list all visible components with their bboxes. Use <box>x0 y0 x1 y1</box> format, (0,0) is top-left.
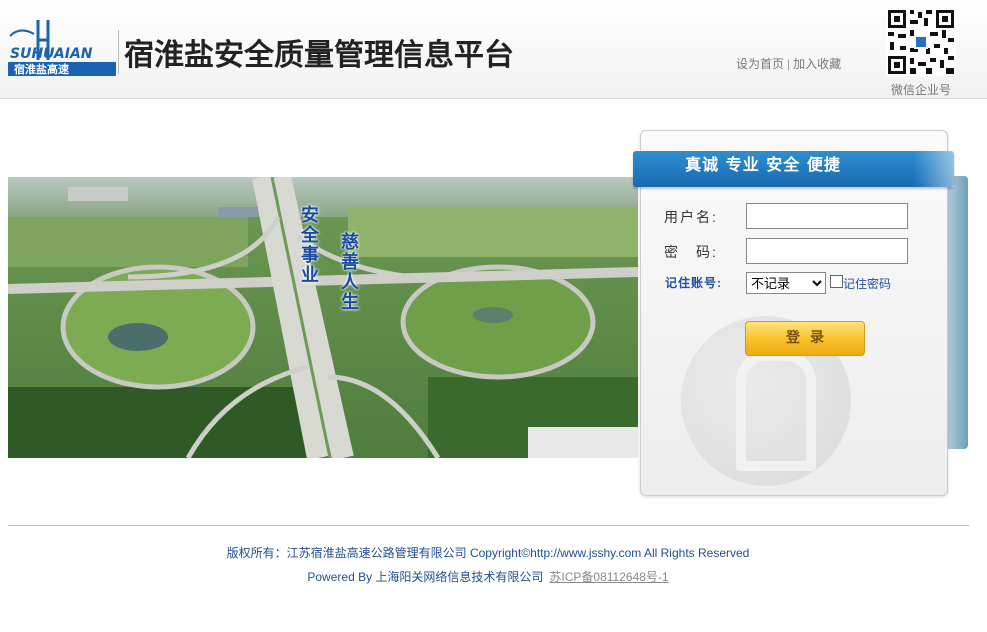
company-logo: SUHUAIAN 宿淮盐高速 <box>8 20 116 76</box>
login-slogan: 真诚 专业 安全 便捷 <box>685 155 841 174</box>
banner-image: 安全事业 慈善人生 <box>8 177 638 458</box>
logo-divider <box>118 30 119 74</box>
remember-password-label[interactable]: 记住密码 <box>843 275 891 292</box>
set-homepage-link[interactable]: 设为首页 <box>736 57 784 71</box>
qr-caption: 微信企业号 <box>891 83 952 97</box>
footer-divider <box>8 525 969 526</box>
footer-copyright: 版权所有：江苏宿淮盐高速公路管理有限公司 Copyright©http://ww… <box>226 546 750 560</box>
login-button[interactable]: 登录 <box>745 321 865 356</box>
password-label: 密 码: <box>664 244 718 260</box>
remember-account-select[interactable]: 不记录 <box>746 272 826 294</box>
username-label: 用户名: <box>664 209 718 225</box>
header-links: 设为首页 | 加入收藏 <box>736 55 841 72</box>
logo-subtext: 宿淮盐高速 <box>14 62 69 76</box>
banner-slogan-charity: 慈善人生 <box>338 232 359 312</box>
add-favorite-link[interactable]: 加入收藏 <box>793 57 841 71</box>
logo-wordmark: SUHUAIAN <box>10 46 93 62</box>
link-separator: | <box>787 57 791 71</box>
login-ribbon: 真诚 专业 安全 便捷 <box>633 151 954 187</box>
remember-password-checkbox[interactable] <box>830 275 843 288</box>
page-header: SUHUAIAN 宿淮盐高速 宿淮盐安全质量管理信息平台 设为首页 | 加入收藏 微… <box>0 0 987 99</box>
icp-license-link[interactable]: 苏ICP备08112648号-1 <box>549 570 668 584</box>
username-input[interactable] <box>746 203 908 229</box>
highway-aerial-illustration <box>8 177 638 458</box>
site-title: 宿淮盐安全质量管理信息平台 <box>124 38 514 73</box>
banner-slogan-safety: 安全事业 <box>298 205 319 285</box>
password-input[interactable] <box>746 238 908 264</box>
wechat-qr-code <box>886 8 956 76</box>
footer-powered-by: Powered By 上海阳关网络信息技术有限公司 苏ICP备08112648号-… <box>0 568 976 585</box>
powered-by-text: Powered By 上海阳关网络信息技术有限公司 <box>307 570 544 584</box>
remember-account-label: 记住账号: <box>665 276 722 290</box>
